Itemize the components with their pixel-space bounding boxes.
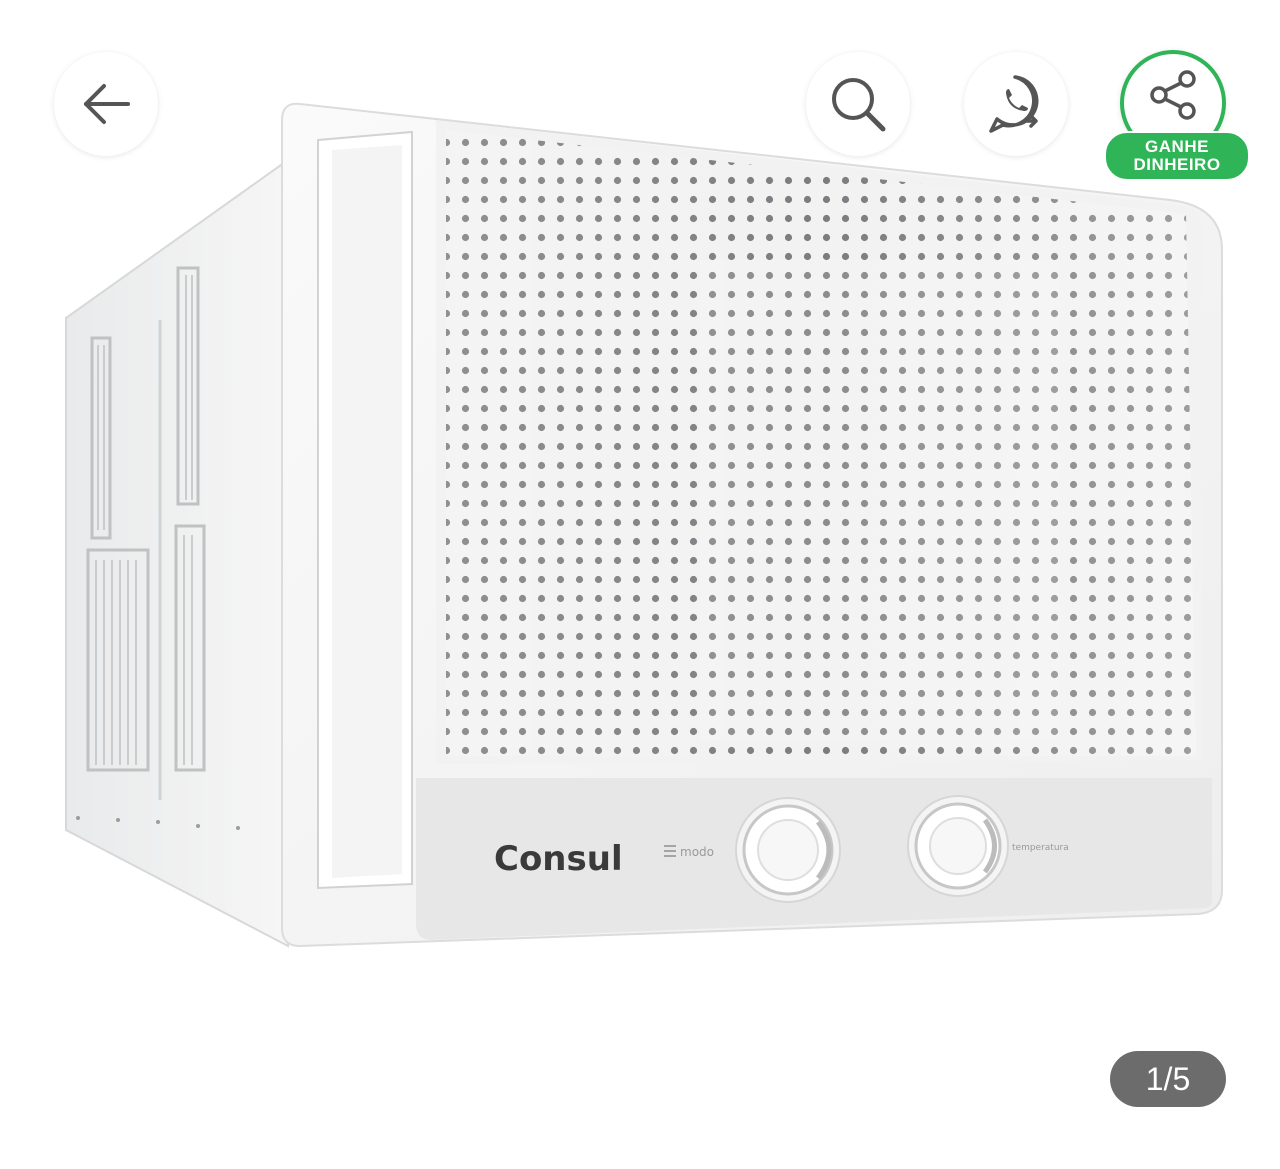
earn-badge-line2: DINHEIRO bbox=[1133, 155, 1221, 174]
arrow-left-icon bbox=[84, 84, 130, 124]
earn-badge-line1: GANHE bbox=[1145, 137, 1209, 156]
product-image-gallery[interactable]: Consul modo temperatura GANHE DINHEIRO 1… bbox=[0, 0, 1280, 1169]
whatsapp-icon bbox=[989, 75, 1039, 133]
temperature-label: temperatura bbox=[1012, 843, 1069, 853]
mode-label: modo bbox=[680, 845, 714, 859]
back-button[interactable] bbox=[54, 52, 158, 156]
whatsapp-share-button[interactable] bbox=[964, 52, 1068, 156]
earn-money-badge[interactable]: GANHE DINHEIRO bbox=[1104, 131, 1250, 181]
search-icon bbox=[832, 78, 886, 132]
brand-logo-text: Consul bbox=[494, 839, 623, 879]
image-counter: 1/5 bbox=[1110, 1051, 1226, 1107]
share-icon bbox=[1150, 70, 1196, 120]
product-photo: Consul modo temperatura bbox=[65, 102, 1223, 948]
search-button[interactable] bbox=[806, 52, 910, 156]
